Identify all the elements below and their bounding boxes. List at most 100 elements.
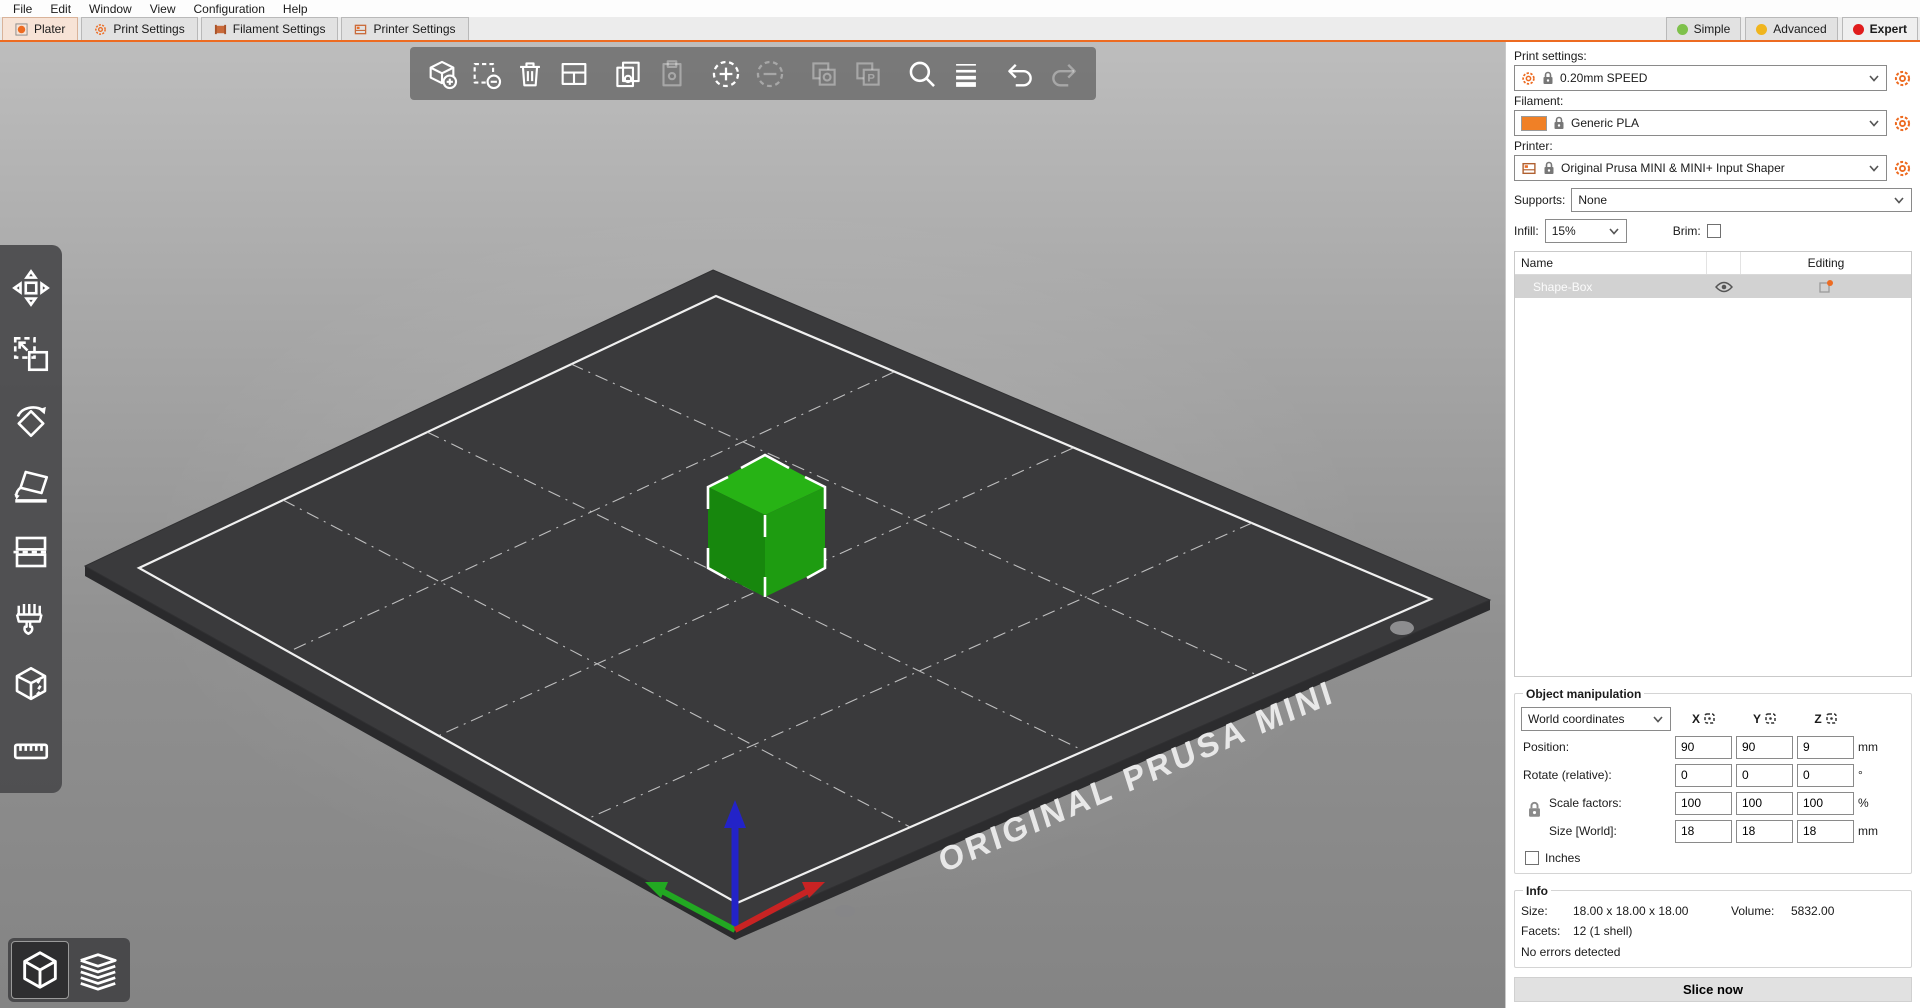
info-errors: No errors detected: [1521, 945, 1905, 959]
tab-printer-settings[interactable]: Printer Settings: [341, 17, 468, 40]
add-instance-icon[interactable]: [704, 52, 748, 96]
chevron-down-icon: [1893, 194, 1905, 206]
3d-editor-view-icon[interactable]: [11, 941, 69, 999]
printer-settings-icon: [354, 23, 367, 36]
menu-window[interactable]: Window: [80, 1, 141, 17]
plater-icon: [15, 23, 28, 36]
print-settings-combo[interactable]: 0.20mm SPEED: [1514, 65, 1887, 91]
menu-file[interactable]: File: [4, 1, 41, 17]
info-size-label: Size:: [1521, 904, 1573, 918]
edit-print-settings-gear-icon[interactable]: [1892, 68, 1912, 88]
scale-unit: %: [1858, 796, 1888, 810]
tab-bar: Plater Print Settings Filament Settings …: [0, 17, 1920, 42]
object-row-shape-box[interactable]: Shape-Box: [1515, 275, 1911, 298]
edit-printer-gear-icon[interactable]: [1892, 158, 1912, 178]
filament-combo[interactable]: Generic PLA: [1514, 110, 1887, 136]
rotate-unit: °: [1858, 768, 1888, 782]
chevron-down-icon: [1868, 117, 1880, 129]
mode-simple-button[interactable]: Simple: [1666, 17, 1742, 40]
undo-icon[interactable]: [998, 52, 1042, 96]
axis-x-header: X: [1675, 712, 1732, 726]
rotate-x-input[interactable]: [1675, 764, 1732, 787]
inches-checkbox[interactable]: [1525, 851, 1539, 865]
tab-plater-label: Plater: [34, 22, 65, 36]
printer-value: Original Prusa MINI & MINI+ Input Shaper: [1561, 161, 1862, 175]
position-z-input[interactable]: [1797, 736, 1854, 759]
rotate-z-input[interactable]: [1797, 764, 1854, 787]
object-manipulation-title: Object manipulation: [1523, 687, 1644, 701]
coordinates-value: World coordinates: [1528, 712, 1646, 726]
info-title: Info: [1523, 884, 1551, 898]
arrange-icon[interactable]: [552, 52, 596, 96]
split-to-objects-icon[interactable]: [802, 52, 846, 96]
object-list: Name Editing Shape-Box: [1514, 251, 1912, 677]
info-section: Info Size: 18.00 x 18.00 x 18.00 Volume:…: [1514, 884, 1912, 968]
edit-object-icon[interactable]: [1741, 275, 1911, 298]
mode-advanced-button[interactable]: Advanced: [1745, 17, 1837, 40]
inches-label: Inches: [1545, 851, 1580, 865]
paste-icon[interactable]: [650, 52, 694, 96]
edit-filament-gear-icon[interactable]: [1892, 113, 1912, 133]
top-toolbar: P: [410, 47, 1096, 100]
add-object-icon[interactable]: [420, 52, 464, 96]
coordinates-select[interactable]: World coordinates: [1521, 707, 1671, 731]
mode-advanced-label: Advanced: [1773, 22, 1826, 36]
advanced-mode-dot-icon: [1756, 24, 1767, 35]
left-toolbar: [0, 245, 62, 793]
printer-combo[interactable]: Original Prusa MINI & MINI+ Input Shaper: [1514, 155, 1887, 181]
filament-label: Filament:: [1514, 94, 1912, 108]
menu-help[interactable]: Help: [274, 1, 317, 17]
delete-all-icon[interactable]: [508, 52, 552, 96]
copy-icon[interactable]: [606, 52, 650, 96]
eye-icon[interactable]: [1707, 275, 1741, 298]
remove-object-icon[interactable]: [464, 52, 508, 96]
position-y-input[interactable]: [1736, 736, 1793, 759]
search-icon[interactable]: [900, 52, 944, 96]
slice-now-button[interactable]: Slice now: [1514, 977, 1912, 1002]
mode-expert-button[interactable]: Expert: [1842, 17, 1918, 40]
paint-supports-icon[interactable]: [7, 585, 55, 651]
supports-select[interactable]: None: [1571, 188, 1912, 212]
bed-screw-hole: [835, 905, 855, 917]
menu-configuration[interactable]: Configuration: [185, 1, 274, 17]
preview-sliced-layers-icon[interactable]: [69, 941, 127, 999]
axis-marker-icon: [1765, 713, 1776, 724]
size-x-input[interactable]: [1675, 820, 1732, 843]
object-name: Shape-Box: [1515, 275, 1707, 298]
place-on-face-icon[interactable]: [7, 453, 55, 519]
rotate-icon[interactable]: [7, 387, 55, 453]
seam-painting-icon[interactable]: [7, 651, 55, 717]
redo-icon[interactable]: [1042, 52, 1086, 96]
3d-viewport[interactable]: ORIGINAL PRUSA MINI: [0, 42, 1505, 1008]
menu-edit[interactable]: Edit: [41, 1, 80, 17]
scale-y-input[interactable]: [1736, 792, 1793, 815]
tab-plater[interactable]: Plater: [2, 17, 78, 40]
menu-view[interactable]: View: [141, 1, 185, 17]
uniform-scale-lock-icon[interactable]: [1527, 801, 1542, 821]
rotate-y-input[interactable]: [1736, 764, 1793, 787]
infill-select[interactable]: 15%: [1545, 219, 1627, 243]
variable-layer-height-icon[interactable]: [944, 52, 988, 96]
scale-icon[interactable]: [7, 321, 55, 387]
position-unit: mm: [1858, 740, 1888, 754]
remove-instance-icon[interactable]: [748, 52, 792, 96]
scale-x-input[interactable]: [1675, 792, 1732, 815]
size-z-input[interactable]: [1797, 820, 1854, 843]
name-column-header: Name: [1515, 252, 1707, 274]
split-to-parts-icon[interactable]: P: [846, 52, 890, 96]
supports-label: Supports:: [1514, 193, 1565, 207]
position-x-input[interactable]: [1675, 736, 1732, 759]
tab-filament-settings[interactable]: Filament Settings: [201, 17, 339, 40]
brim-label: Brim:: [1673, 224, 1701, 238]
tab-print-settings[interactable]: Print Settings: [81, 17, 197, 40]
move-icon[interactable]: [7, 255, 55, 321]
infill-label: Infill:: [1514, 224, 1539, 238]
cut-icon[interactable]: [7, 519, 55, 585]
size-y-input[interactable]: [1736, 820, 1793, 843]
measure-icon[interactable]: [7, 717, 55, 783]
scale-z-input[interactable]: [1797, 792, 1854, 815]
object-manipulation-section: Object manipulation World coordinates X …: [1514, 687, 1912, 874]
info-volume-value: 5832.00: [1791, 904, 1905, 918]
info-facets-label: Facets:: [1521, 924, 1573, 938]
brim-checkbox[interactable]: [1707, 224, 1721, 238]
